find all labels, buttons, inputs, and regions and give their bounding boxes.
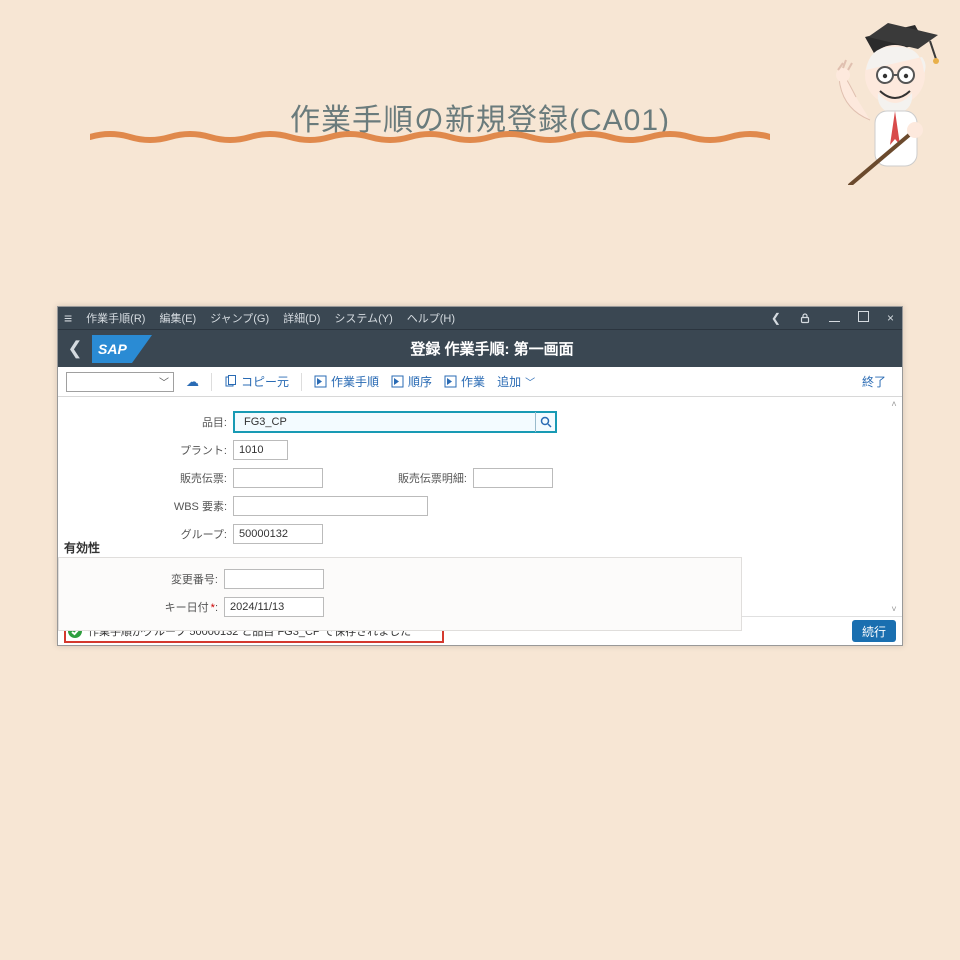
underline-scribble xyxy=(90,130,770,144)
vertical-scrollbar[interactable]: ˄ ˅ xyxy=(888,397,900,616)
minimize-icon[interactable] xyxy=(829,311,840,325)
wbs-input[interactable] xyxy=(233,496,428,516)
hamburger-icon[interactable]: ≡ xyxy=(64,310,72,326)
sales-doc-item-label: 販売伝票明細: xyxy=(353,470,473,486)
material-field-wrap xyxy=(233,411,557,433)
professor-mascot xyxy=(810,15,950,185)
menubar: ≡ 作業手順(R) 編集(E) ジャンプ(G) 詳細(D) システム(Y) ヘル… xyxy=(58,307,902,329)
sap-window: ≡ 作業手順(R) 編集(E) ジャンプ(G) 詳細(D) システム(Y) ヘル… xyxy=(57,306,903,646)
search-help-button[interactable] xyxy=(535,412,555,432)
copy-from-button[interactable]: コピー元 xyxy=(224,373,289,390)
routing-button[interactable]: 作業手順 xyxy=(314,373,379,390)
chevron-left-icon[interactable]: ❮ xyxy=(771,311,781,325)
maximize-icon[interactable] xyxy=(858,311,869,325)
toolbar: ﹀ ☁ コピー元 作業手順 順序 作業 追加 ﹀ 終了 xyxy=(58,367,902,397)
validity-panel: 変更番号: キー日付*: xyxy=(58,557,742,631)
material-input[interactable] xyxy=(239,412,535,432)
menu-edit[interactable]: 編集(E) xyxy=(159,310,196,326)
sap-logo: SAP xyxy=(92,335,152,363)
cloud-icon[interactable]: ☁ xyxy=(186,374,199,390)
sequence-button[interactable]: 順序 xyxy=(391,373,432,390)
svg-text:SAP: SAP xyxy=(98,341,127,357)
menu-detail[interactable]: 詳細(D) xyxy=(283,310,320,326)
menu-system[interactable]: システム(Y) xyxy=(334,310,392,326)
add-label: 追加 xyxy=(497,373,521,390)
chevron-down-icon: ﹀ xyxy=(159,374,169,389)
wbs-label: WBS 要素: xyxy=(68,498,233,514)
group-input[interactable] xyxy=(233,524,323,544)
menu-goto[interactable]: ジャンプ(G) xyxy=(210,310,269,326)
validity-section-header: 有効性 xyxy=(58,537,128,558)
operation-label: 作業 xyxy=(461,373,485,390)
titlebar: ❮ SAP 登録 作業手順: 第一画面 xyxy=(58,329,902,367)
routing-label: 作業手順 xyxy=(331,373,379,390)
plant-input[interactable] xyxy=(233,440,288,460)
lock-icon[interactable] xyxy=(799,312,811,324)
exit-button[interactable]: 終了 xyxy=(862,373,894,390)
operation-button[interactable]: 作業 xyxy=(444,373,485,390)
add-dropdown[interactable]: 追加 ﹀ xyxy=(497,373,535,390)
continue-button[interactable]: 続行 xyxy=(852,620,896,642)
scroll-down-icon: ˅ xyxy=(888,604,900,614)
routing-icon xyxy=(314,375,327,388)
key-date-label: キー日付*: xyxy=(59,599,224,615)
sales-doc-label: 販売伝票: xyxy=(68,470,233,486)
sales-doc-input[interactable] xyxy=(233,468,323,488)
operation-icon xyxy=(444,375,457,388)
sales-doc-item-input[interactable] xyxy=(473,468,553,488)
change-no-input[interactable] xyxy=(224,569,324,589)
sequence-icon xyxy=(391,375,404,388)
sequence-label: 順序 xyxy=(408,373,432,390)
window-title: 登録 作業手順: 第一画面 xyxy=(152,338,832,359)
menu-help[interactable]: ヘルプ(H) xyxy=(407,310,455,326)
change-no-label: 変更番号: xyxy=(59,571,224,587)
form-area: 品目: プラント: 販売伝票: 販売伝票明細: WBS 要素: グループ: xyxy=(58,397,902,617)
scroll-up-icon: ˄ xyxy=(888,399,900,409)
material-label: 品目: xyxy=(68,414,233,430)
command-combo[interactable]: ﹀ xyxy=(66,372,174,392)
copy-icon xyxy=(224,375,237,388)
copy-from-label: コピー元 xyxy=(241,373,289,390)
close-icon[interactable]: × xyxy=(887,311,894,325)
plant-label: プラント: xyxy=(68,442,233,458)
back-button[interactable]: ❮ xyxy=(58,338,92,359)
key-date-input[interactable] xyxy=(224,597,324,617)
menu-routing[interactable]: 作業手順(R) xyxy=(86,310,145,326)
chevron-down-icon: ﹀ xyxy=(525,374,535,389)
